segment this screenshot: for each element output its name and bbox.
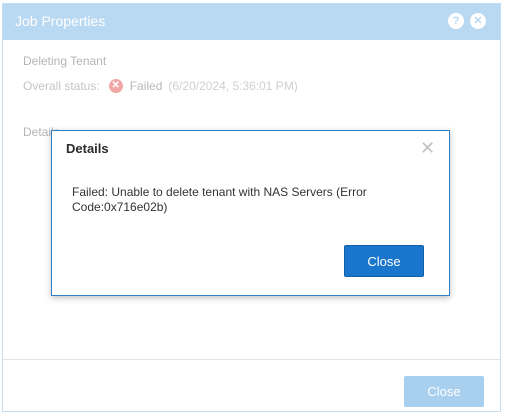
status-value: Failed — [129, 79, 163, 93]
close-button[interactable]: Close — [404, 376, 484, 407]
footer-divider — [3, 359, 500, 360]
details-dialog: Details ✕ Failed: Unable to delete tenan… — [51, 130, 450, 296]
error-message: Failed: Unable to delete tenant with NAS… — [72, 185, 367, 214]
dialog-close-icon[interactable]: ✕ — [420, 139, 435, 157]
close-icon[interactable]: ✕ — [470, 13, 486, 29]
failed-icon: ✕ — [108, 79, 123, 93]
help-icon[interactable]: ? — [448, 13, 464, 29]
window-titlebar: Job Properties ? ✕ — [3, 4, 500, 40]
status-row: Overall status: ✕ Failed (6/20/2024, 5:3… — [23, 79, 298, 93]
dialog-title: Details — [66, 141, 109, 156]
window-title: Job Properties — [15, 13, 106, 29]
section-title: Deleting Tenant — [23, 54, 107, 68]
status-label: Overall status: — [23, 79, 100, 93]
dialog-close-button[interactable]: Close — [344, 245, 424, 277]
status-timestamp: (6/20/2024, 5:36:01 PM) — [168, 79, 298, 93]
